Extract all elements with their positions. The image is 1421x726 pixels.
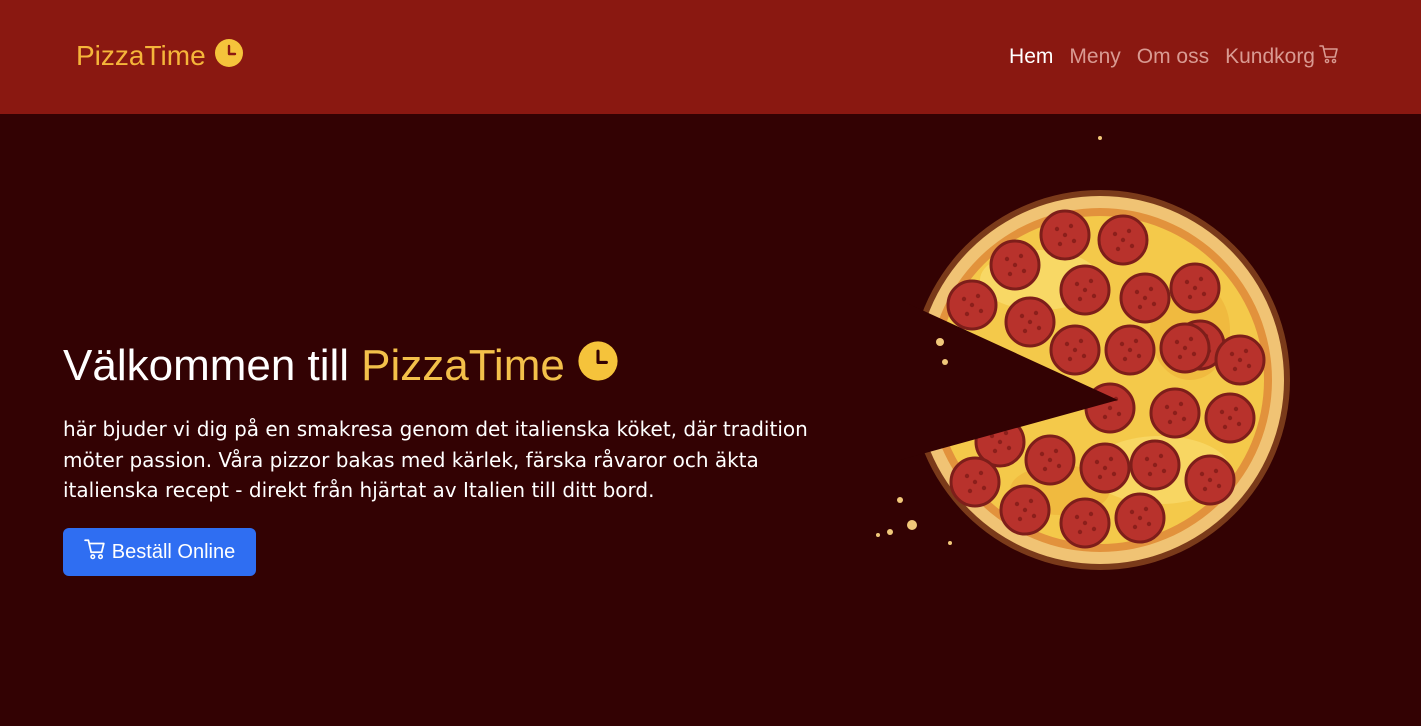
clock-icon	[577, 340, 619, 393]
pizza-illustration	[860, 130, 1300, 590]
hero-title-brand: PizzaTime	[361, 341, 565, 390]
order-online-button[interactable]: Beställ Online	[63, 528, 256, 576]
main-nav: Hem Meny Om oss Kundkorg	[1009, 40, 1339, 74]
nav-item-label: Om oss	[1136, 45, 1210, 68]
nav-item-label: Kundkorg	[1225, 45, 1315, 68]
clock-icon	[214, 38, 244, 75]
nav-item-kundkorg[interactable]: Kundkorg	[1225, 44, 1339, 70]
cart-icon	[84, 538, 106, 566]
nav-item-hem[interactable]: Hem	[1009, 45, 1053, 69]
nav-item-om-oss[interactable]: Om oss	[1137, 45, 1209, 69]
nav-item-meny[interactable]: Meny	[1069, 45, 1120, 69]
nav-item-label: Hem	[1009, 45, 1054, 68]
hero-title-prefix: Välkommen till	[63, 341, 350, 390]
pizza-icon	[876, 136, 1290, 570]
nav-item-label: Meny	[1069, 45, 1121, 68]
cart-icon	[1319, 44, 1339, 70]
brand-name: PizzaTime	[76, 40, 206, 71]
hero-title: Välkommen till PizzaTime	[63, 338, 619, 394]
brand-link[interactable]: PizzaTime	[76, 38, 244, 74]
order-button-label: Beställ Online	[111, 540, 236, 563]
hero-description: här bjuder vi dig på en smakresa genom d…	[63, 417, 808, 502]
navbar: PizzaTime Hem Meny Om oss Kundkorg	[0, 0, 1421, 114]
